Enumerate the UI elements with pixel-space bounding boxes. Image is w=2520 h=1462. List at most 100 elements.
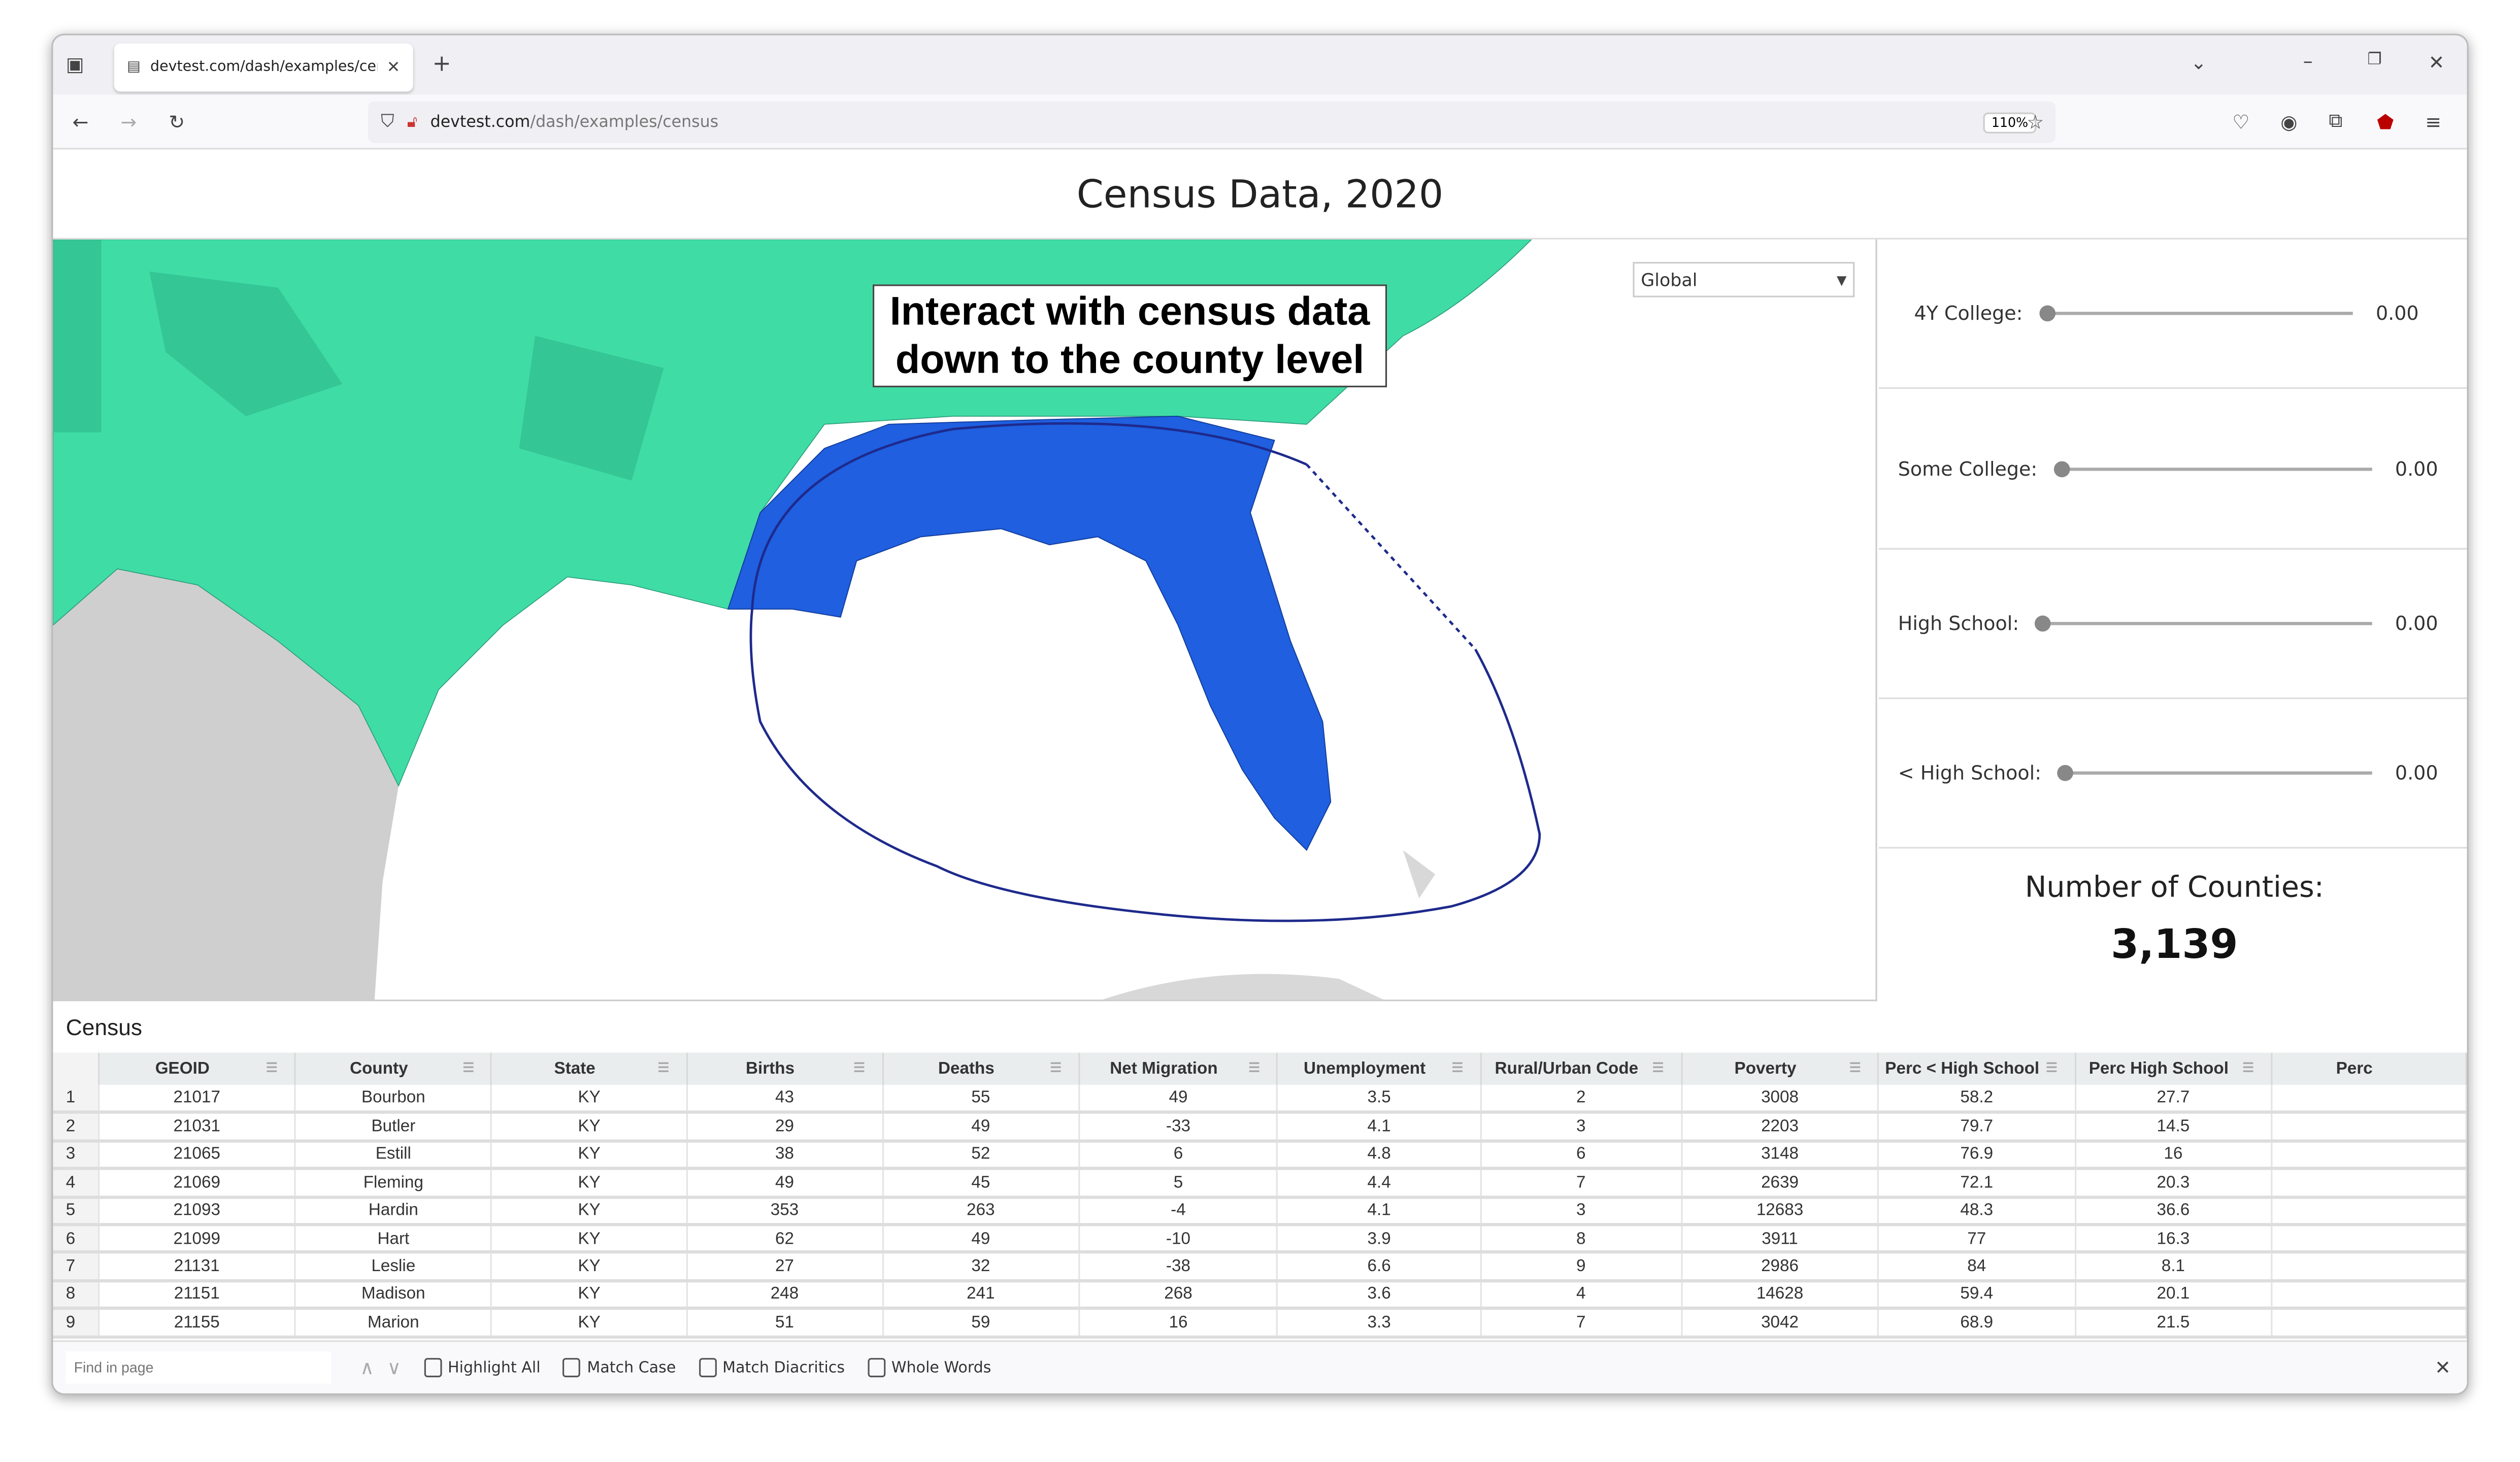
find-next-icon[interactable]: ∨	[387, 1356, 401, 1379]
filter-icon[interactable]: ☰	[459, 1060, 478, 1075]
filter-icon[interactable]: ☰	[1845, 1060, 1865, 1075]
filter-icon[interactable]: ☰	[1245, 1060, 1264, 1075]
table-row[interactable]: 3 21065 Estill KY 38 52 6 4.8 6 3148 76.9 16	[53, 1141, 2467, 1171]
column-header[interactable]: Perc	[2271, 1052, 2467, 1085]
table-row[interactable]: 5 21093 Hardin KY 353 263 -4 4.1 3 12683 48.3 36.6	[53, 1197, 2467, 1226]
filter-icon[interactable]: ☰	[849, 1060, 869, 1075]
table-cell: 263	[882, 1197, 1080, 1226]
column-header-label: Net Migration	[1110, 1059, 1218, 1079]
minimize-icon[interactable]: –	[2303, 50, 2313, 72]
insecure-lock-icon[interactable]: 🔓︎	[407, 113, 418, 131]
table-cell: 21151	[98, 1280, 296, 1310]
table-cell: 2986	[1681, 1252, 1879, 1282]
slider-handle[interactable]	[2057, 765, 2074, 781]
column-header[interactable]: State ☰	[491, 1052, 688, 1085]
table-row[interactable]: 8 21151 Madison KY 248 241 268 3.6 4 14628 59.4 20.…	[53, 1280, 2467, 1310]
column-header[interactable]: Rural/Urban Code ☰	[1480, 1052, 1682, 1085]
column-header[interactable]: Poverty ☰	[1681, 1052, 1879, 1085]
column-header[interactable]: Net Migration ☰	[1079, 1052, 1279, 1085]
close-tab-icon[interactable]: ✕	[387, 59, 401, 77]
table-row[interactable]: 6 21099 Hart KY 62 49 -10 3.9 8 3911 77 16.3	[53, 1224, 2467, 1254]
slider-handle[interactable]	[2039, 305, 2055, 322]
table-row[interactable]: 2 21031 Butler KY 29 49 -33 4.1 3 2203 79.7 14.5	[53, 1112, 2467, 1143]
chevron-down-icon[interactable]: ⌄	[2191, 51, 2207, 74]
table-cell: 52	[882, 1141, 1080, 1171]
slider-4y-college: 4Y College: 0.00	[1878, 240, 2467, 389]
table-cell: 3.3	[1277, 1308, 1482, 1338]
find-input[interactable]	[65, 1351, 331, 1384]
table-cell: 49	[882, 1112, 1080, 1143]
filter-icon[interactable]: ☰	[1648, 1060, 1668, 1075]
table-cell: 21131	[98, 1252, 296, 1282]
dropdown-value: Global	[1641, 269, 1698, 290]
reload-icon[interactable]: ↻	[169, 110, 185, 132]
extensions-icon[interactable]: ⧉	[2329, 109, 2342, 133]
slider-track[interactable]	[2057, 765, 2373, 781]
region-dropdown[interactable]: Global ▼	[1633, 262, 1855, 297]
checkbox-label: Match Case	[587, 1358, 676, 1377]
close-find-bar-icon[interactable]: ✕	[2435, 1356, 2451, 1379]
browser-tab[interactable]: ▤ devtest.com/dash/examples/census ✕	[114, 43, 413, 92]
filter-icon[interactable]: ☰	[2042, 1060, 2061, 1075]
table-cell: 4	[1480, 1280, 1682, 1310]
table-cell: 3042	[1681, 1308, 1879, 1338]
filter-icon[interactable]: ☰	[654, 1060, 673, 1075]
match-case-checkbox[interactable]: Match Case	[562, 1358, 676, 1378]
close-window-icon[interactable]: ✕	[2429, 51, 2445, 74]
table-row[interactable]: 4 21069 Fleming KY 49 45 5 4.4 7 2639 72.1 20.3	[53, 1169, 2467, 1199]
table-row[interactable]: 1 21017 Bourbon KY 43 55 49 3.5 2 3008 58.2 27.7	[53, 1084, 2467, 1115]
table-cell: KY	[491, 1197, 688, 1226]
forward-icon[interactable]: →	[120, 110, 137, 132]
column-header[interactable]: GEOID ☰	[98, 1052, 296, 1085]
column-header[interactable]: Births ☰	[686, 1052, 883, 1085]
account-icon[interactable]: ◉	[2280, 110, 2297, 132]
filter-icon[interactable]: ☰	[2239, 1060, 2258, 1075]
column-header-label: Poverty	[1734, 1059, 1797, 1079]
checkbox-label: Highlight All	[447, 1358, 541, 1377]
row-index: 1	[53, 1084, 100, 1115]
slider-track[interactable]	[2039, 305, 2353, 322]
table-cell: KY	[491, 1084, 688, 1115]
slider-track[interactable]	[2053, 460, 2373, 477]
column-header[interactable]: Perc High School ☰	[2075, 1052, 2272, 1085]
find-previous-icon[interactable]: ∧	[360, 1356, 374, 1379]
column-header-label: Rural/Urban Code	[1495, 1059, 1639, 1079]
table-cell: Leslie	[295, 1252, 493, 1282]
match-diacritics-checkbox[interactable]: Match Diacritics	[698, 1358, 845, 1378]
whole-words-checkbox[interactable]: Whole Words	[867, 1358, 991, 1378]
column-header-label: Deaths	[938, 1059, 994, 1079]
filter-icon[interactable]: ☰	[1448, 1060, 1467, 1075]
table-cell: -10	[1079, 1224, 1279, 1254]
back-icon[interactable]: ←	[72, 110, 88, 132]
pocket-icon[interactable]: ♡	[2232, 110, 2249, 132]
bookmark-star-icon[interactable]: ☆	[2027, 110, 2044, 132]
menu-icon[interactable]: ≡	[2425, 110, 2441, 132]
highlight-all-checkbox[interactable]: Highlight All	[423, 1358, 541, 1378]
filter-icon[interactable]: ☰	[262, 1060, 281, 1075]
table-cell: 49	[686, 1169, 883, 1199]
url-path: /dash/examples/census	[530, 113, 719, 131]
table-row[interactable]: 9 21155 Marion KY 51 59 16 3.3 7 3042 68.9 21.5	[53, 1308, 2467, 1338]
choropleth-map[interactable]: Global ▼ Interact with census data down …	[53, 239, 1877, 1002]
column-header[interactable]: Perc < High School ☰	[1878, 1052, 2076, 1085]
table-row[interactable]: 7 21131 Leslie KY 27 32 -38 6.6 9 2986 84 8.1	[53, 1252, 2467, 1282]
table-cell: 14628	[1681, 1280, 1879, 1310]
table-title: Census	[65, 1014, 143, 1040]
new-tab-icon[interactable]: +	[433, 51, 451, 77]
table-cell: 55	[882, 1084, 1080, 1115]
column-header-label: GEOID	[155, 1059, 210, 1079]
address-bar[interactable]: ⛉ 🔓︎ devtest.com/dash/examples/census 11…	[368, 101, 2056, 143]
slider-handle[interactable]	[2053, 460, 2070, 477]
slider-track[interactable]	[2035, 615, 2373, 632]
column-header[interactable]: County ☰	[295, 1052, 493, 1085]
restore-icon[interactable]: ❐	[2367, 51, 2381, 69]
slider-handle[interactable]	[2035, 615, 2051, 632]
tab-list-icon[interactable]: ▣	[66, 53, 84, 75]
table-cell: 68.9	[1878, 1308, 2076, 1338]
filter-icon[interactable]: ☰	[1046, 1060, 1066, 1075]
column-header[interactable]: Unemployment ☰	[1277, 1052, 1482, 1085]
table-cell: 12683	[1681, 1197, 1879, 1226]
ublock-icon[interactable]: ⬟	[2377, 110, 2394, 132]
column-header[interactable]: Deaths ☰	[882, 1052, 1080, 1085]
shield-icon[interactable]: ⛉	[381, 111, 394, 133]
